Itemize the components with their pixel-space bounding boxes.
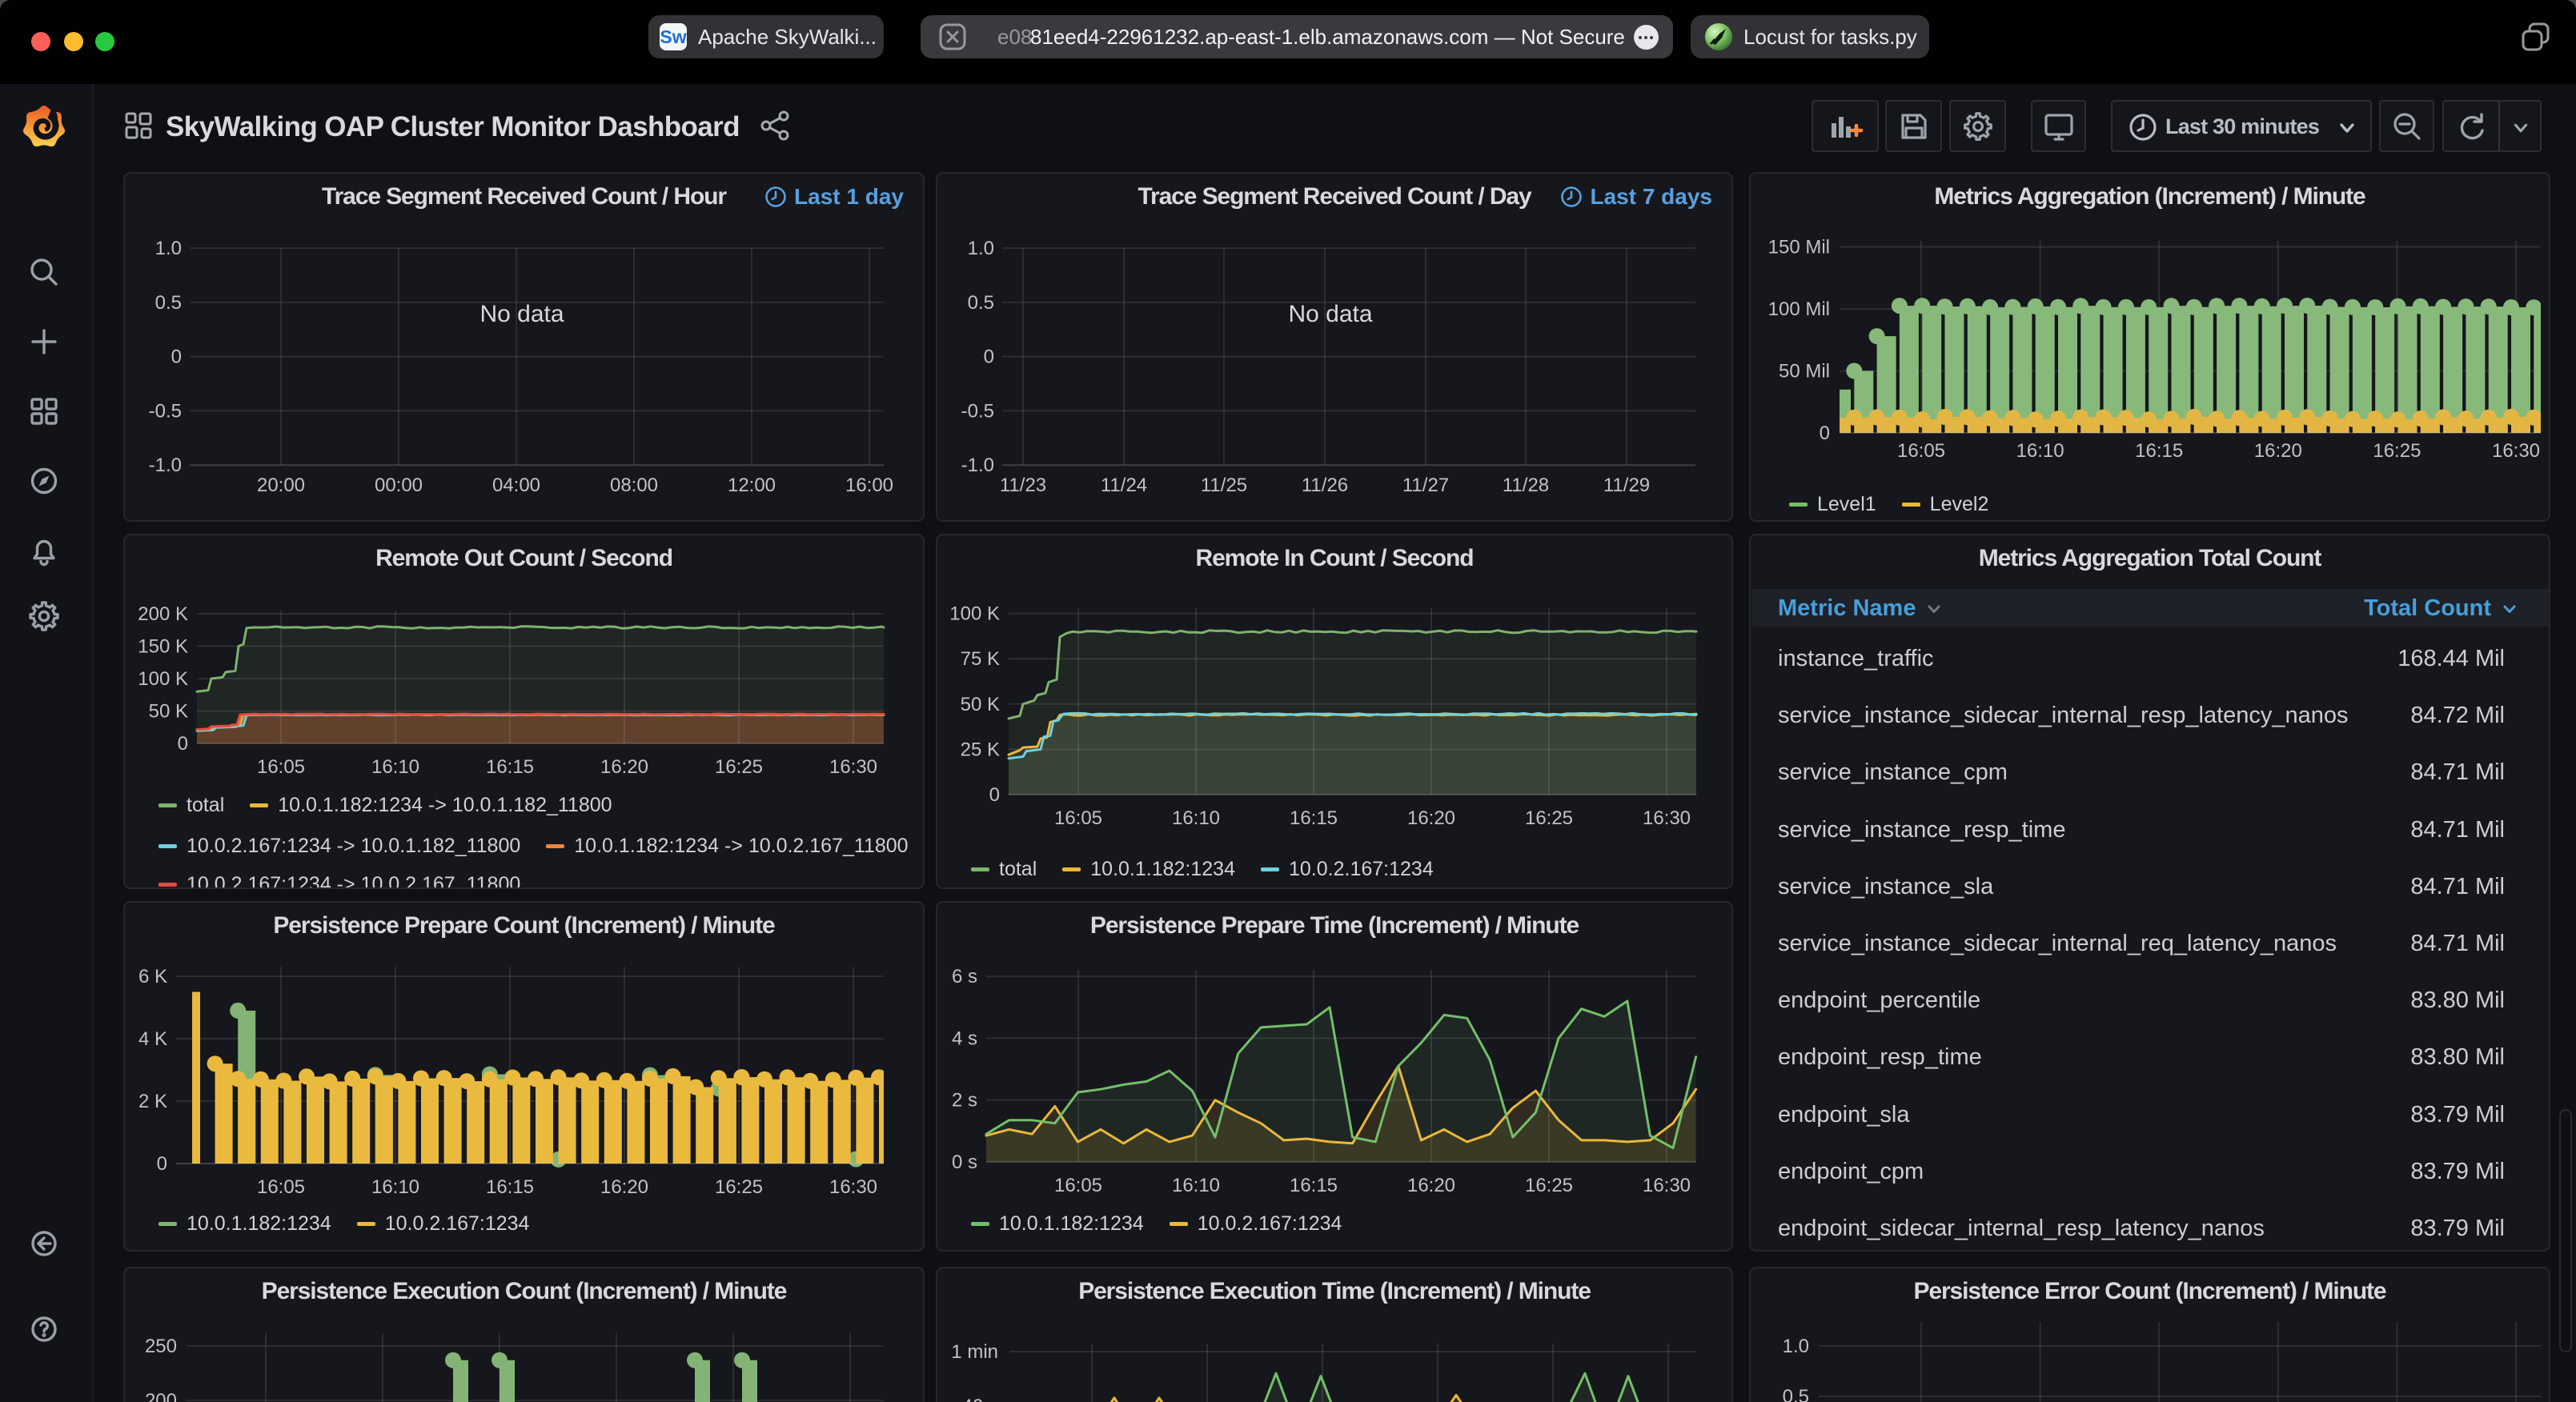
- svg-text:2 K: 2 K: [138, 1091, 167, 1112]
- svg-text:16:25: 16:25: [1525, 1175, 1573, 1196]
- svg-text:11/29: 11/29: [1603, 475, 1650, 496]
- svg-text:100 Mil: 100 Mil: [1768, 298, 1830, 320]
- svg-text:16:10: 16:10: [371, 1176, 419, 1198]
- svg-text:04:00: 04:00: [492, 475, 540, 496]
- svg-text:16:30: 16:30: [1643, 1175, 1691, 1196]
- svg-text:200 K: 200 K: [138, 603, 188, 625]
- svg-text:-0.5: -0.5: [149, 400, 182, 422]
- svg-text:1.0: 1.0: [155, 238, 182, 259]
- svg-text:00:00: 00:00: [375, 475, 423, 496]
- svg-text:16:25: 16:25: [715, 1176, 763, 1198]
- svg-text:0.5: 0.5: [1783, 1386, 1809, 1402]
- svg-text:25 K: 25 K: [961, 739, 1000, 760]
- svg-text:16:25: 16:25: [1525, 807, 1573, 829]
- svg-text:16:15: 16:15: [1290, 807, 1338, 829]
- svg-text:16:10: 16:10: [1172, 1175, 1220, 1196]
- svg-text:20:00: 20:00: [257, 475, 305, 496]
- svg-text:16:20: 16:20: [2254, 440, 2302, 462]
- svg-text:100 K: 100 K: [949, 603, 1000, 625]
- svg-text:16:10: 16:10: [371, 756, 419, 778]
- svg-text:1.0: 1.0: [1783, 1336, 1809, 1357]
- svg-text:0: 0: [157, 1153, 167, 1175]
- svg-text:0: 0: [989, 784, 1000, 806]
- svg-text:16:15: 16:15: [1290, 1175, 1338, 1196]
- svg-text:-1.0: -1.0: [961, 455, 994, 476]
- svg-text:11/28: 11/28: [1503, 475, 1549, 496]
- svg-text:40 s: 40 s: [962, 1396, 998, 1402]
- svg-text:-1.0: -1.0: [149, 455, 182, 476]
- svg-text:16:20: 16:20: [1407, 1175, 1455, 1196]
- svg-text:16:30: 16:30: [829, 1176, 877, 1198]
- svg-text:16:20: 16:20: [600, 756, 648, 778]
- svg-text:0.5: 0.5: [968, 292, 994, 314]
- svg-text:16:25: 16:25: [715, 756, 763, 778]
- svg-text:0: 0: [171, 346, 182, 368]
- svg-text:11/27: 11/27: [1402, 475, 1449, 496]
- svg-text:No data: No data: [1288, 301, 1372, 327]
- svg-text:16:10: 16:10: [2016, 440, 2064, 462]
- svg-text:No data: No data: [479, 301, 564, 327]
- svg-text:0 s: 0 s: [952, 1152, 977, 1173]
- svg-text:6 K: 6 K: [138, 966, 167, 987]
- svg-text:4 s: 4 s: [952, 1027, 977, 1049]
- svg-text:11/23: 11/23: [1000, 475, 1046, 496]
- svg-text:16:05: 16:05: [1897, 440, 1945, 462]
- svg-text:0.5: 0.5: [155, 292, 182, 314]
- svg-text:1 min: 1 min: [951, 1341, 998, 1363]
- svg-text:0: 0: [1820, 423, 1830, 444]
- svg-text:1.0: 1.0: [968, 238, 994, 259]
- svg-text:200: 200: [145, 1390, 177, 1402]
- svg-text:11/24: 11/24: [1101, 475, 1147, 496]
- svg-text:16:20: 16:20: [1407, 807, 1455, 829]
- svg-text:-0.5: -0.5: [961, 400, 994, 422]
- svg-text:16:30: 16:30: [1643, 807, 1691, 829]
- svg-text:2 s: 2 s: [952, 1090, 977, 1112]
- svg-text:75 K: 75 K: [961, 648, 1000, 670]
- svg-text:100 K: 100 K: [138, 668, 188, 690]
- svg-text:150 Mil: 150 Mil: [1768, 237, 1830, 258]
- svg-text:150 K: 150 K: [138, 636, 188, 658]
- svg-text:16:30: 16:30: [829, 756, 877, 778]
- svg-text:6 s: 6 s: [952, 966, 977, 987]
- svg-text:0: 0: [984, 346, 994, 368]
- svg-text:08:00: 08:00: [610, 475, 658, 496]
- svg-text:16:10: 16:10: [1172, 807, 1220, 829]
- svg-text:16:25: 16:25: [2373, 440, 2421, 462]
- svg-text:16:05: 16:05: [1054, 807, 1102, 829]
- svg-text:16:15: 16:15: [486, 756, 534, 778]
- svg-text:50 K: 50 K: [149, 701, 188, 723]
- svg-text:16:05: 16:05: [257, 756, 305, 778]
- svg-text:16:20: 16:20: [600, 1176, 648, 1198]
- svg-text:16:30: 16:30: [2492, 440, 2540, 462]
- svg-text:4 K: 4 K: [138, 1028, 167, 1050]
- svg-text:250: 250: [145, 1336, 177, 1357]
- svg-text:16:00: 16:00: [845, 475, 893, 496]
- svg-text:16:15: 16:15: [2135, 440, 2183, 462]
- svg-text:12:00: 12:00: [728, 475, 776, 496]
- svg-text:50 Mil: 50 Mil: [1779, 361, 1830, 383]
- svg-text:16:05: 16:05: [257, 1176, 305, 1198]
- svg-text:11/25: 11/25: [1201, 475, 1247, 496]
- svg-text:16:15: 16:15: [486, 1176, 534, 1198]
- svg-text:16:05: 16:05: [1054, 1175, 1102, 1196]
- svg-text:50 K: 50 K: [961, 694, 1000, 715]
- svg-text:11/26: 11/26: [1302, 475, 1348, 496]
- svg-text:0: 0: [178, 733, 188, 755]
